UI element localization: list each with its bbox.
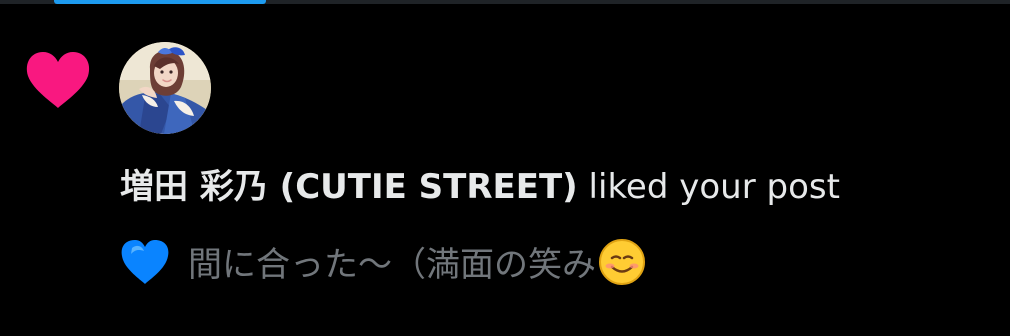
liked-post-preview[interactable]: 間に合った〜（満面の笑み xyxy=(120,238,990,290)
user-avatar[interactable] xyxy=(119,42,211,134)
like-notification[interactable]: 増田 彩乃 (CUTIE STREET) liked your post 間に合… xyxy=(0,4,1010,336)
heart-icon xyxy=(24,48,92,110)
smiling-face-icon xyxy=(598,238,646,286)
blue-heart-icon xyxy=(120,238,170,286)
user-display-name[interactable]: 増田 彩乃 (CUTIE STREET) xyxy=(120,167,578,207)
like-action-text: liked your post xyxy=(588,167,840,207)
post-preview-text: 間に合った〜（満面の笑み xyxy=(188,245,596,285)
notification-message: 増田 彩乃 (CUTIE STREET) liked your post xyxy=(120,164,990,210)
